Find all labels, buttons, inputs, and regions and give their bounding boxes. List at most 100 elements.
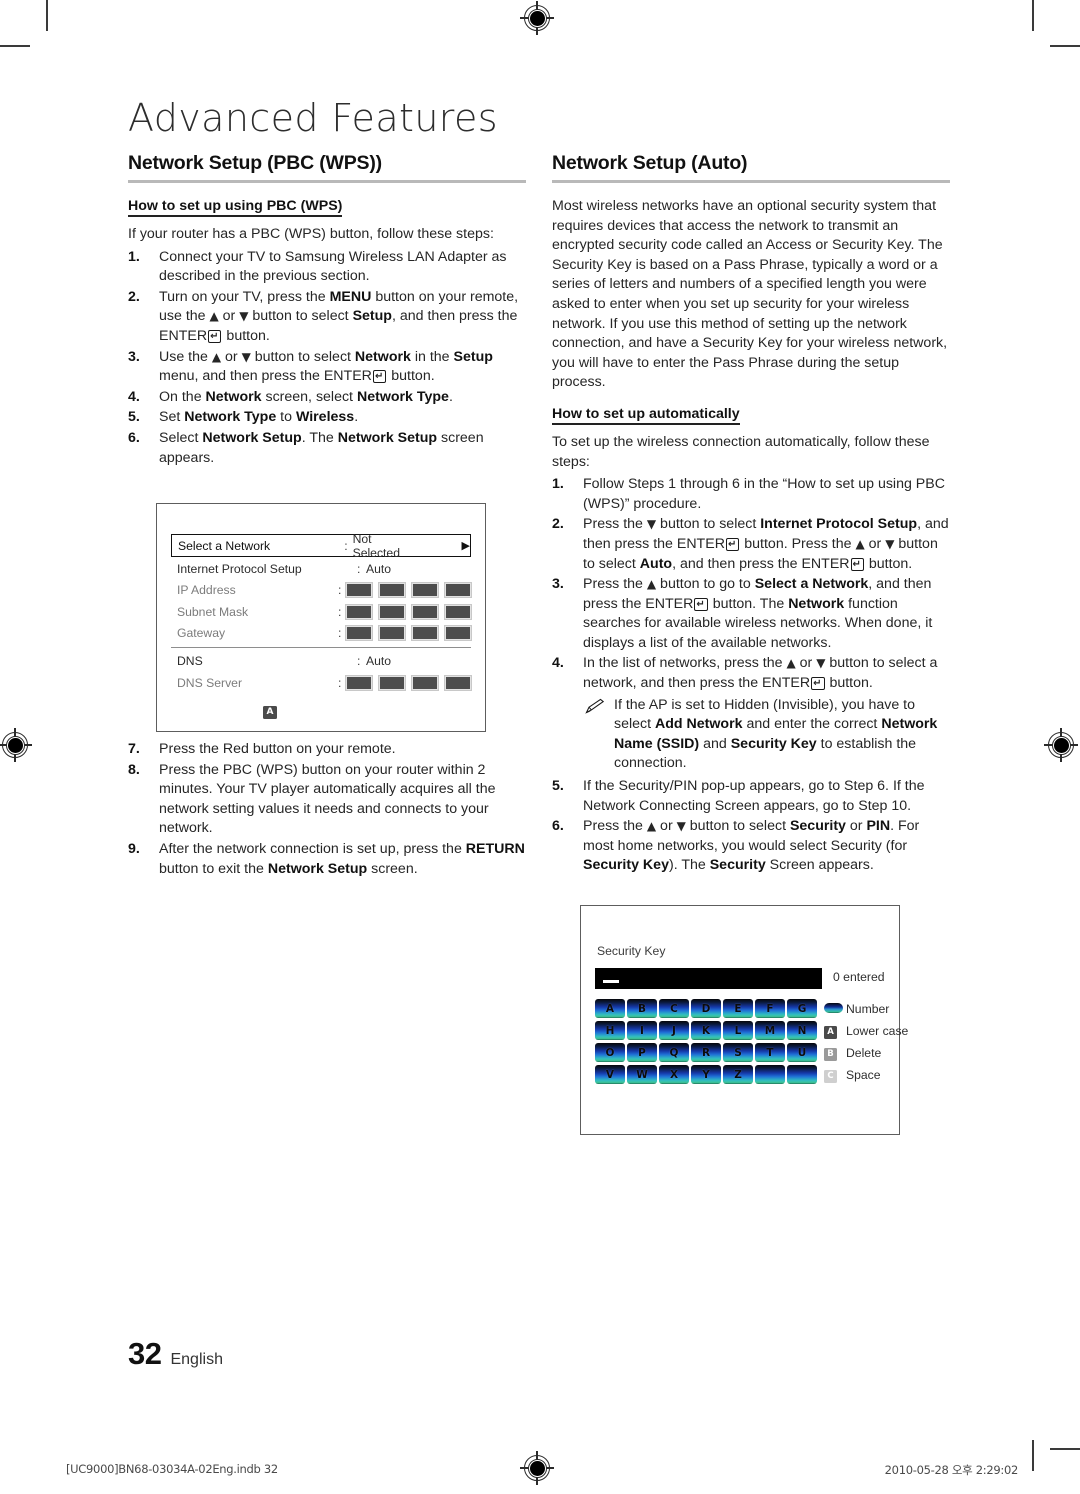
network-row-select-a-network[interactable]: Select a Network : Not Selected ▶: [171, 532, 471, 560]
step-number: 1.: [128, 248, 140, 265]
legend-label: Space: [846, 1068, 881, 1082]
row-colon: :: [337, 583, 342, 598]
key-button[interactable]: C: [659, 999, 689, 1018]
key-button[interactable]: E: [723, 999, 753, 1018]
step-text: Press the PBC (WPS) button on your route…: [159, 761, 496, 837]
step-text: On the Network screen, select Network Ty…: [159, 388, 453, 405]
row-label: Select a Network: [178, 538, 271, 553]
key-button[interactable]: N: [787, 1021, 817, 1040]
step-number: 6.: [128, 429, 140, 446]
key-button[interactable]: V: [595, 1065, 625, 1084]
key-button[interactable]: U: [787, 1043, 817, 1062]
step-item: 1. Follow Steps 1 through 6 in the “How …: [552, 475, 950, 514]
right-column: Network Setup (Auto) Most wireless netwo…: [552, 152, 950, 877]
section-rule: [128, 180, 526, 183]
red-button-key-hint: A: [263, 701, 277, 719]
step-item: 2. Turn on your TV, press the MENU butto…: [128, 288, 526, 347]
step-text: Turn on your TV, press the MENU button o…: [159, 288, 519, 344]
entered-count-label: 0 entered: [833, 970, 885, 984]
key-button-blank[interactable]: [787, 1065, 817, 1084]
network-row-gateway: Gateway :: [171, 623, 472, 645]
step-item: 3. Use the ▲ or ▼ button to select Netwo…: [128, 348, 526, 387]
key-button[interactable]: S: [723, 1043, 753, 1062]
key-button[interactable]: O: [595, 1043, 625, 1062]
value-boxes: [345, 674, 472, 691]
step-number: 5.: [552, 778, 564, 795]
row-colon: :: [357, 561, 361, 576]
step-text: Set Network Type to Wireless.: [159, 409, 359, 426]
step-text: Follow Steps 1 through 6 in the “How to …: [583, 476, 945, 512]
chapter-title: Advanced Features: [128, 96, 498, 140]
key-button[interactable]: H: [595, 1021, 625, 1040]
row-label: IP Address: [177, 583, 236, 598]
step-text: In the list of networks, press the ▲ or …: [583, 655, 938, 692]
security-key-input[interactable]: [595, 968, 822, 989]
print-filename-footer: [UC9000]BN68-03034A-02Eng.indb 32: [66, 1462, 278, 1476]
row-colon: :: [337, 604, 342, 619]
step-number: 4.: [128, 388, 140, 405]
key-button[interactable]: D: [691, 999, 721, 1018]
step-item: 5. If the Security/PIN pop-up appears, g…: [552, 777, 950, 816]
key-button[interactable]: G: [787, 999, 817, 1018]
subheading-how-to-set-up-pbc: How to set up using PBC (WPS): [128, 198, 343, 217]
subheading-how-to-set-up-automatically: How to set up automatically: [552, 406, 740, 425]
step-number: 1.: [552, 476, 564, 493]
key-button[interactable]: J: [659, 1021, 689, 1040]
step-number: 6.: [552, 818, 564, 835]
legend-item-number: Number: [824, 998, 900, 1020]
note-pencil-icon: [585, 698, 605, 714]
key-button[interactable]: B: [627, 999, 657, 1018]
step-number: 2.: [552, 516, 564, 533]
key-button[interactable]: I: [627, 1021, 657, 1040]
key-button[interactable]: W: [627, 1065, 657, 1084]
b-key-icon: B: [824, 1045, 846, 1061]
network-row-internet-protocol-setup[interactable]: Internet Protocol Setup : Auto: [171, 558, 471, 580]
row-label: Internet Protocol Setup: [177, 561, 302, 576]
legend-item-lower-case: A Lower case: [824, 1020, 908, 1042]
step-item: 5. Set Network Type to Wireless.: [128, 408, 526, 428]
row-colon: :: [344, 538, 348, 553]
key-button[interactable]: Z: [723, 1065, 753, 1084]
network-row-dns[interactable]: DNS : Auto: [171, 650, 471, 672]
left-intro-text: If your router has a PBC (WPS) button, f…: [128, 226, 494, 242]
legend-item-space: C Space: [824, 1064, 900, 1086]
step-number: 9.: [128, 840, 140, 857]
chevron-right-icon: ▶: [461, 539, 470, 552]
print-timestamp-footer: 2010-05-28 오후 2:29:02: [884, 1463, 1019, 1477]
step-number: 8.: [128, 761, 140, 778]
step-item: 4. In the list of networks, press the ▲ …: [552, 654, 950, 693]
key-button-blank[interactable]: [755, 1065, 785, 1084]
left-column-steps-continued: 7. Press the Red button on your remote. …: [128, 740, 526, 880]
page-language: English: [170, 1351, 223, 1368]
network-row-dns-server: DNS Server :: [171, 672, 472, 694]
step-text: Select Network Setup. The Network Setup …: [159, 429, 484, 466]
section-rule: [552, 180, 950, 183]
key-button[interactable]: R: [691, 1043, 721, 1062]
note-text: If the AP is set to Hidden (Invisible), …: [614, 696, 938, 772]
figure-divider: [171, 647, 471, 649]
key-button[interactable]: P: [627, 1043, 657, 1062]
a-key-icon: A: [263, 706, 277, 719]
right-intro-text-2: To set up the wireless connection automa…: [552, 433, 930, 470]
legend-label: Delete: [846, 1046, 882, 1060]
step-item: 4. On the Network screen, select Network…: [128, 388, 526, 408]
legend-item-delete: B Delete: [824, 1042, 900, 1064]
key-button[interactable]: A: [595, 999, 625, 1018]
key-button[interactable]: T: [755, 1043, 785, 1062]
pbc-steps-list-part1: 1. Connect your TV to Samsung Wireless L…: [128, 248, 526, 469]
key-button[interactable]: M: [755, 1021, 785, 1040]
step-text: Connect your TV to Samsung Wireless LAN …: [159, 248, 507, 285]
key-button[interactable]: F: [755, 999, 785, 1018]
on-screen-keyboard[interactable]: A B C D E F G H I J K L M N O P Q R S T …: [595, 999, 817, 1084]
key-button[interactable]: X: [659, 1065, 689, 1084]
key-button[interactable]: Q: [659, 1043, 689, 1062]
step-text: Press the ▲ or ▼ button to select Securi…: [583, 818, 920, 874]
step-text: After the network connection is set up, …: [159, 840, 525, 877]
step-text: Press the ▼ button to select Internet Pr…: [583, 516, 949, 572]
key-button[interactable]: K: [691, 1021, 721, 1040]
keyboard-legend: Number A Lower case B Delete C Space: [824, 998, 908, 1086]
key-button[interactable]: Y: [691, 1065, 721, 1084]
row-label: Gateway: [177, 626, 226, 641]
row-label: DNS Server: [177, 675, 243, 690]
key-button[interactable]: L: [723, 1021, 753, 1040]
